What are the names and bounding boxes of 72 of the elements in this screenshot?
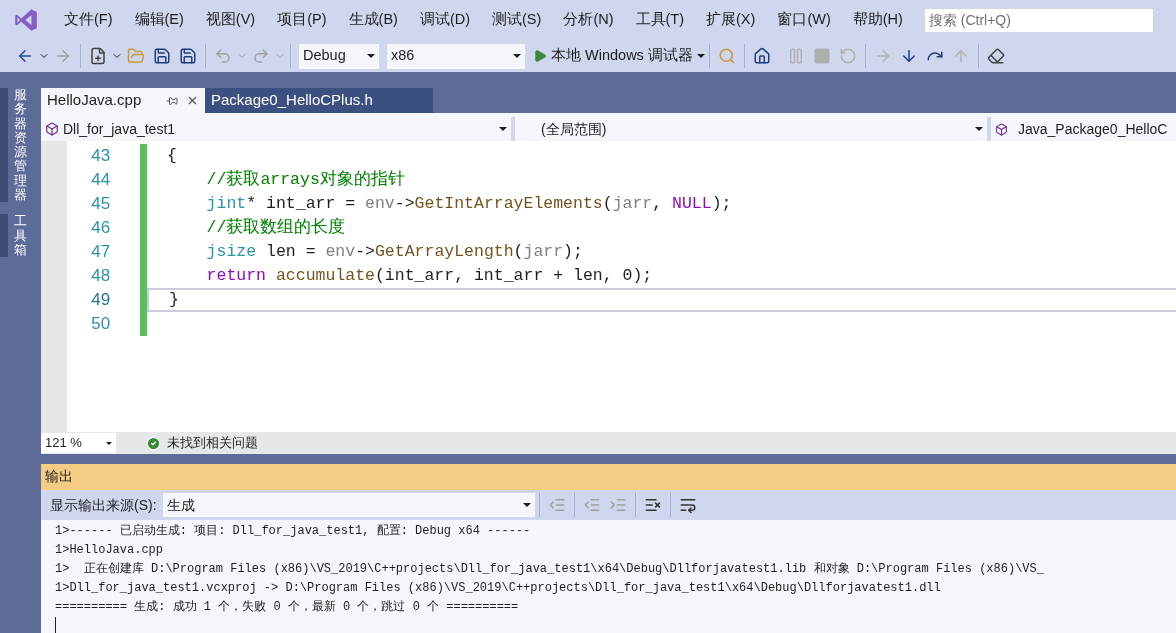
restart-icon[interactable] — [838, 47, 857, 65]
undo-icon[interactable] — [214, 47, 232, 65]
save-icon[interactable] — [153, 47, 171, 65]
member-dropdown[interactable]: Java_Package0_HelloC — [991, 117, 1176, 141]
menu-item[interactable]: 调试(D) — [408, 9, 482, 31]
code-line: jsize len = env->GetArrayLength(jarr); — [205, 240, 584, 263]
save-all-icon[interactable] — [179, 47, 197, 65]
output-line: 1>------ 已启动生成: 项目: Dll_for_java_test1, 配置: Debug x64 ------ — [55, 523, 531, 540]
panel-title: 输出 — [45, 467, 73, 486]
code-line: { — [166, 144, 178, 167]
new-file-icon[interactable] — [89, 47, 107, 65]
document-tab[interactable]: HelloJava.cpp — [41, 88, 205, 113]
line-number: 44 — [90, 169, 111, 192]
menu-item[interactable]: 窗口(W) — [766, 9, 842, 31]
pin-icon[interactable] — [166, 94, 178, 107]
project-icon — [45, 122, 59, 136]
output-line: 1>Dll_for_java_test1.vcxproj -> D:\Program Files (x86)\VS_2019\C++projects\Dll_for_java_test1\x64\Debug\Dllforjavatest1.dll — [55, 580, 941, 597]
line-number: 46 — [90, 217, 111, 240]
scope-dropdown[interactable]: (全局范围) — [515, 117, 987, 141]
line-number: 43 — [90, 145, 111, 168]
menu-item[interactable]: 工具(T) — [624, 9, 696, 31]
code-line: } — [147, 288, 1176, 312]
output-line: ========== 生成: 成功 1 个，失败 0 个，最新 0 个，跳过 0 个 ========== — [55, 599, 519, 616]
line-number: 48 — [90, 265, 111, 288]
output-line: 1> 正在创建库 D:\Program Files (x86)\VS_2019\C++projects\Dll_for_java_test1\x64\Debug\Dllforjavatest1.lib 和对象 D:\Program Files (x86)\VS_ — [55, 561, 1044, 578]
home-icon[interactable] — [752, 47, 771, 65]
close-icon[interactable] — [186, 94, 199, 107]
word-wrap-icon[interactable] — [678, 496, 697, 514]
platform-dropdown[interactable]: x86 — [387, 43, 525, 69]
code-line: //获取数组的长度 — [205, 216, 347, 239]
menu-item[interactable]: 项目(P) — [266, 9, 338, 31]
eraser-icon[interactable] — [986, 47, 1005, 65]
code-line: return accumulate(int_arr, int_arr + len, 0); — [205, 264, 654, 287]
line-number: 49 — [90, 289, 111, 312]
source-dropdown[interactable]: 生成 — [162, 493, 535, 517]
issues-status: 未找到相关问题 — [167, 434, 258, 453]
indent-increase-icon[interactable] — [608, 496, 627, 514]
folder-icon[interactable] — [127, 47, 145, 65]
indent-icon[interactable] — [547, 496, 566, 514]
search-field[interactable]: 搜索 (Ctrl+Q) — [923, 7, 1154, 33]
forward-icon[interactable] — [54, 47, 72, 65]
document-tab[interactable]: Package0_HelloCPlus.h — [205, 88, 433, 113]
stop-icon[interactable] — [812, 47, 831, 65]
start-debugger-button[interactable]: 本地 Windows 调试器 — [533, 45, 705, 67]
menu-item[interactable]: 分析(N) — [552, 9, 625, 31]
line-number: 45 — [90, 193, 111, 216]
menu-item[interactable]: 视图(V) — [194, 9, 267, 31]
menu-item[interactable]: 扩展(X) — [695, 9, 767, 31]
clear-all-icon[interactable] — [643, 496, 662, 514]
menu-item[interactable]: 编辑(E) — [123, 9, 195, 31]
side-tab[interactable]: 工具箱 — [0, 214, 27, 258]
code-line: //获取arrays对象的指针 — [205, 168, 406, 191]
cube-icon — [995, 122, 1008, 136]
app-logo-icon — [13, 7, 39, 33]
output-line: 1>HelloJava.cpp — [55, 542, 164, 559]
source-label: 显示输出来源(S): — [50, 495, 157, 515]
line-number: 47 — [90, 241, 111, 264]
side-tab[interactable]: 服务器资源管理器 — [0, 88, 27, 203]
check-icon — [146, 435, 161, 451]
code-line: jint* int_arr = env->GetIntArrayElements(jarr, NULL); — [205, 192, 733, 215]
play-icon — [533, 49, 547, 63]
line-number: 50 — [90, 313, 111, 336]
redo-icon[interactable] — [252, 47, 270, 65]
menu-item[interactable]: 文件(F) — [53, 9, 124, 31]
configuration-dropdown[interactable]: Debug — [299, 43, 379, 69]
project-dropdown[interactable]: Dll_for_java_test1 — [41, 117, 511, 141]
zoom-dropdown[interactable]: 121 % — [41, 433, 116, 453]
indent-decrease-icon[interactable] — [582, 496, 601, 514]
menu-item[interactable]: 生成(B) — [337, 9, 409, 31]
menu-item[interactable]: 帮助(H) — [841, 9, 914, 31]
back-icon[interactable] — [16, 47, 34, 65]
menu-item[interactable]: 测试(S) — [481, 9, 553, 31]
